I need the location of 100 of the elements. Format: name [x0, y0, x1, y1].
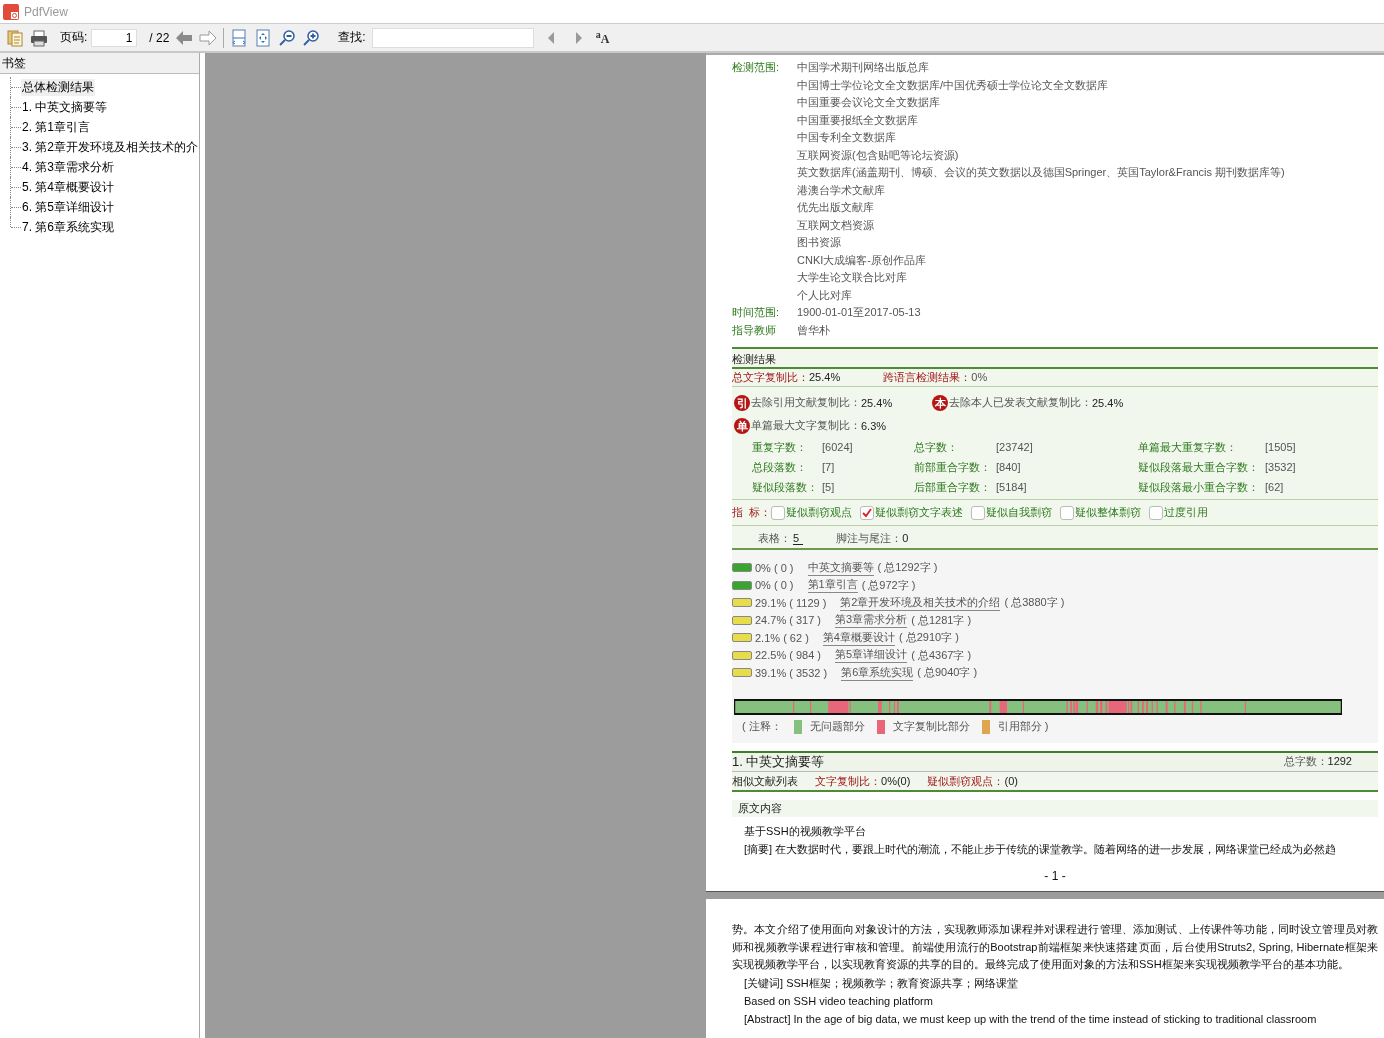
chapter-link[interactable]: 第3章需求分析 [835, 612, 908, 629]
ratio-label: 单篇最大文字复制比： [751, 418, 861, 433]
database-name: CNKI大成编客-原创作品库 [797, 252, 927, 268]
total-ratio-value: 25.4% [809, 371, 841, 383]
chapter-total: ( 总1292字 ) [877, 560, 938, 576]
footnotes-value: 0 [902, 532, 909, 544]
checkbox[interactable] [771, 505, 786, 520]
chapter-link[interactable]: 第1章引言 [807, 577, 858, 594]
stat-value: [1505] [1265, 440, 1296, 455]
chapter-link[interactable]: 第6章系统实现 [841, 664, 914, 681]
chapter-ratio: 0% ( 0 ) [755, 579, 794, 592]
checkbox[interactable] [860, 505, 875, 520]
database-name: 互联网资源(包含贴吧等论坛资源) [797, 147, 960, 163]
checkbox[interactable] [1060, 505, 1075, 520]
footnotes-label: 脚注与尾注： [836, 532, 903, 544]
body-text: [Abstract] In the age of big data, we must keep up with the trend of the time instead of sticking to traditional classroom [743, 1012, 1318, 1028]
advisor-name: 曾华朴 [797, 322, 830, 338]
chapter-ratio: 22.5% ( 984 ) [755, 649, 822, 662]
time-range-value: 1900-01-01至2017-05-13 [797, 305, 921, 320]
badge: 单 [734, 417, 750, 434]
section-title: 1. 中英文摘要等 [732, 752, 825, 771]
database-name: 中国专利全文数据库 [797, 130, 897, 145]
chapter-link[interactable]: 第5章详细设计 [835, 647, 908, 664]
chapter-total: ( 总3880字 ) [1004, 595, 1065, 611]
indicator-option: 疑似自我剽窃 [986, 505, 1053, 520]
indicator-option: 过度引用 [1164, 505, 1209, 520]
chapter-link[interactable]: 第4章概要设计 [822, 629, 895, 646]
word-count-label: 总字数： [1283, 755, 1328, 767]
similar-list-label: 相似文献列表 [732, 774, 798, 787]
chapter-link[interactable]: 第2章开发环境及相关技术的介绍 [840, 594, 1001, 611]
tables-label: 表格： [758, 532, 791, 544]
suspected-views-value: (0) [1004, 774, 1018, 787]
suspected-views-label: 疑似剽窃观点： [927, 774, 1005, 787]
stat-value: [3532] [1265, 460, 1296, 475]
advisor-label: 指导教师 [732, 322, 777, 338]
page-number-field[interactable]: 1 [91, 28, 138, 47]
chapter-total: ( 总2910字 ) [898, 630, 959, 646]
search-field[interactable] [371, 27, 534, 48]
cross-language-label: 跨语言检测结果： [883, 371, 972, 383]
body-text: 基于SSH的视频教学平台 [744, 823, 867, 839]
checkbox[interactable] [971, 505, 986, 520]
database-name: 英文数据库(涵盖期刊、博硕、会议的英文数据以及德国Springer、英国Taylor&Francis 期刊数据库等) [797, 165, 1285, 180]
stat-value: [6024] [822, 440, 853, 455]
badge: 本 [932, 394, 948, 411]
legend-label: 引用部分 ) [997, 719, 1049, 734]
bookmark-item[interactable]: 3. 第2章开发环境及相关技术的介 [21, 138, 199, 156]
bookmark-item[interactable]: 总体检测结果 [21, 78, 95, 96]
body-text: [关键词] SSH框架；视频教学；教育资源共享；网络课堂 [743, 976, 1019, 992]
database-name: 图书资源 [797, 235, 842, 250]
database-name: 优先出版文献库 [797, 200, 875, 215]
stat-label: 疑似段落最大重合字数： [1138, 460, 1260, 475]
time-range-label: 时间范围: [732, 305, 781, 320]
page-total: / 22 [149, 30, 170, 45]
scope-label: 检测范围: [732, 60, 781, 75]
chapter-total: ( 总4367字 ) [911, 647, 972, 663]
copy-ratio-value: 0%(0) [881, 774, 911, 787]
stat-value: [5] [822, 480, 835, 495]
chapter-ratio: 24.7% ( 317 ) [755, 614, 822, 627]
bookmark-item[interactable]: 6. 第5章详细设计 [21, 198, 115, 216]
fit-width-icon[interactable] [230, 28, 249, 47]
zoom-out-icon[interactable] [278, 28, 297, 47]
stat-label: 总段落数： [752, 460, 808, 475]
legend-label: 文字复制比部分 [892, 719, 970, 734]
bookmark-item[interactable]: 4. 第3章需求分析 [21, 158, 115, 176]
indicator-option: 疑似剽窃文字表述 [875, 505, 964, 520]
next-triangle-icon[interactable] [573, 29, 584, 46]
document-icon[interactable] [6, 28, 24, 47]
font-button[interactable]: $^{a}$A [595, 28, 610, 47]
bookmark-item[interactable]: 5. 第4章概要设计 [21, 178, 115, 196]
ratio-value: 25.4% [861, 396, 893, 409]
stat-label: 单篇最大重复字数： [1138, 440, 1238, 455]
body-paragraph: 势。本文介绍了使用面向对象设计的方法，实现教师添加课程并对课程进行管理、添加测试、上传课件等功能，同时设立管理员对教师和视频教学课程进行审核和管理。前端使用流行的Bootstrap前端框架来快速搭建页面，后台使用Struts2, Spring, Hibernate框架来实现视频教学平台，以实现教育资源的共享的目的。最终完成了使用面对象的方法和SSH框架来实现视频教学平台的基本功能。 [732, 922, 1378, 973]
fit-page-icon[interactable] [254, 28, 273, 47]
bookmarks-header: 书签 [0, 53, 199, 74]
chapter-total: ( 总1281字 ) [911, 612, 972, 628]
stat-label: 后部重合字数： [914, 480, 992, 495]
database-name: 个人比对库 [797, 287, 853, 303]
bookmark-item[interactable]: 7. 第6章系统实现 [21, 218, 115, 236]
results-title: 检测结果 [732, 353, 776, 365]
right-arrow-icon[interactable] [199, 28, 218, 47]
zoom-in-icon[interactable] [302, 28, 321, 47]
ratio-value: 25.4% [1092, 396, 1124, 409]
database-name: 互联网文档资源 [797, 217, 875, 233]
database-name: 港澳台学术文献库 [797, 182, 886, 198]
database-name: 中国学术期刊网络出版总库 [797, 60, 930, 75]
chapter-link[interactable]: 中英文摘要等 [807, 559, 874, 576]
stat-label: 总字数： [914, 440, 959, 455]
stat-label: 前部重合字数： [914, 460, 992, 475]
ratio-value: 6.3% [861, 419, 887, 432]
bookmark-item[interactable]: 2. 第1章引言 [21, 118, 91, 136]
checkbox[interactable] [1149, 505, 1164, 520]
database-name: 中国重要会议论文全文数据库 [797, 95, 941, 110]
bookmark-item[interactable]: 1. 中英文摘要等 [21, 98, 109, 116]
chapter-ratio: 39.1% ( 3532 ) [755, 666, 828, 679]
chapter-total: ( 总9040字 ) [917, 665, 978, 681]
chapter-total: ( 总972字 ) [861, 577, 916, 593]
legend-label: ( 注释： [742, 719, 782, 734]
pdf-app-icon [3, 3, 19, 20]
printer-icon[interactable] [30, 28, 48, 47]
word-count-value: 1292 [1327, 755, 1352, 767]
